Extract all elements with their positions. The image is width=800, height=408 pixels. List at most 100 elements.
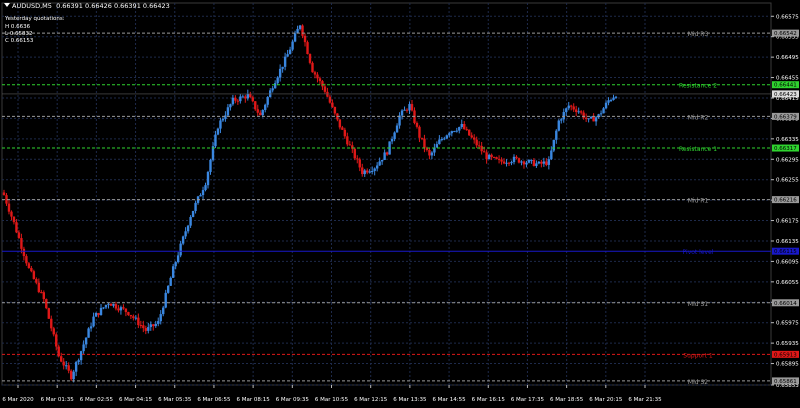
candlestick-chart[interactable]: 0.665750.665350.664950.664550.664150.663…: [0, 0, 800, 408]
candle-body: [94, 313, 98, 317]
candle-body: [460, 123, 463, 128]
candle-body: [137, 317, 140, 326]
candle-body: [594, 117, 598, 122]
candle-body: [107, 303, 110, 305]
level-label: Resistance 2: [679, 83, 717, 90]
y-tick-label: 0.66295: [776, 157, 799, 163]
candle-body: [89, 326, 93, 329]
candle-body: [293, 33, 297, 42]
candle-body: [32, 271, 36, 279]
yesterday-high: H 0.6636: [5, 24, 31, 30]
candle-body: [124, 308, 128, 313]
candle-body: [477, 145, 481, 147]
candle-body: [487, 154, 491, 160]
candle-body: [147, 327, 150, 331]
level-label: Resistance 1: [679, 146, 717, 153]
candle-body: [361, 167, 364, 175]
level-price-label: 0.66379: [774, 114, 797, 120]
candle-body: [612, 97, 615, 100]
candle-body: [398, 115, 401, 126]
candle-body: [154, 323, 157, 327]
candle-body: [271, 88, 274, 91]
candle-body: [301, 25, 304, 36]
candle-body: [109, 303, 113, 306]
level-price-label: 0.65861: [774, 379, 797, 385]
candle-body: [74, 362, 78, 372]
candle-body: [318, 78, 322, 82]
x-tick-label: 6 Mar 08:15: [237, 397, 271, 403]
candle-body: [555, 130, 558, 140]
candle-body: [470, 135, 473, 138]
candle-body: [87, 328, 90, 338]
candle-body: [219, 120, 222, 129]
candle-body: [415, 122, 419, 127]
candle-body: [246, 93, 250, 99]
y-tick-label: 0.66175: [776, 219, 799, 225]
candle-body: [241, 96, 245, 98]
candle-body: [291, 41, 294, 50]
candle-body: [450, 131, 454, 134]
candle-body: [428, 150, 431, 156]
candle-body: [472, 137, 476, 140]
candle-body: [12, 216, 16, 223]
candle-body: [540, 161, 543, 164]
candle-body: [47, 308, 50, 319]
level-price-label: 0.66441: [774, 83, 797, 89]
candle-body: [557, 120, 560, 131]
candle-body: [515, 156, 518, 159]
candle-body: [545, 161, 548, 165]
candle-body: [102, 307, 105, 309]
candle-body: [410, 104, 414, 111]
candle-body: [316, 74, 319, 79]
candle-body: [505, 162, 508, 164]
candle-body: [599, 113, 603, 115]
candle-body: [475, 139, 478, 146]
candle-body: [144, 328, 148, 331]
candle-body: [99, 307, 103, 316]
candle-body: [517, 158, 521, 163]
candle-body: [584, 117, 588, 119]
candle-body: [30, 268, 33, 272]
candle-body: [256, 109, 259, 113]
candle-body: [308, 54, 312, 63]
candle-body: [313, 72, 317, 75]
candle-body: [385, 152, 389, 155]
candle-body: [582, 112, 585, 118]
chart-menu-icon[interactable]: [4, 3, 10, 7]
candle-body: [537, 161, 541, 164]
candle-body: [418, 126, 421, 138]
candle-body: [278, 68, 282, 78]
y-tick-label: 0.66335: [776, 137, 799, 143]
y-tick-label: 0.66055: [776, 280, 799, 286]
candle-body: [440, 139, 444, 141]
level-label: Pivot level: [683, 249, 714, 256]
level-label: Mid R3: [688, 31, 709, 38]
level-price-label: 0.66216: [774, 198, 797, 204]
candle-body: [112, 304, 115, 306]
candle-body: [25, 256, 28, 264]
candle-body: [10, 211, 13, 217]
candle-body: [430, 152, 434, 156]
candle-body: [455, 130, 458, 132]
candle-body: [331, 102, 334, 107]
candle-body: [261, 109, 264, 116]
x-tick-label: 6 Mar 06:55: [197, 397, 231, 403]
candle-body: [570, 105, 573, 107]
current-price-label: 0.66423: [774, 92, 797, 98]
x-tick-label: 6 Mar 09:35: [276, 397, 310, 403]
candle-body: [366, 170, 369, 173]
y-tick-label: 0.66575: [776, 14, 799, 20]
x-tick-label: 6 Mar 12:15: [354, 397, 388, 403]
candle-body: [69, 370, 73, 380]
candle-body: [341, 127, 344, 130]
candle-body: [166, 285, 170, 293]
candle-body: [273, 83, 277, 89]
level-label: Mid S2: [688, 379, 708, 386]
candle-body: [306, 42, 309, 55]
candle-body: [122, 307, 125, 309]
candle-body: [348, 144, 352, 146]
yesterday-close: C 0.66153: [5, 38, 34, 44]
candle-body: [403, 109, 406, 111]
candle-body: [204, 185, 207, 191]
candle-body: [117, 308, 120, 311]
